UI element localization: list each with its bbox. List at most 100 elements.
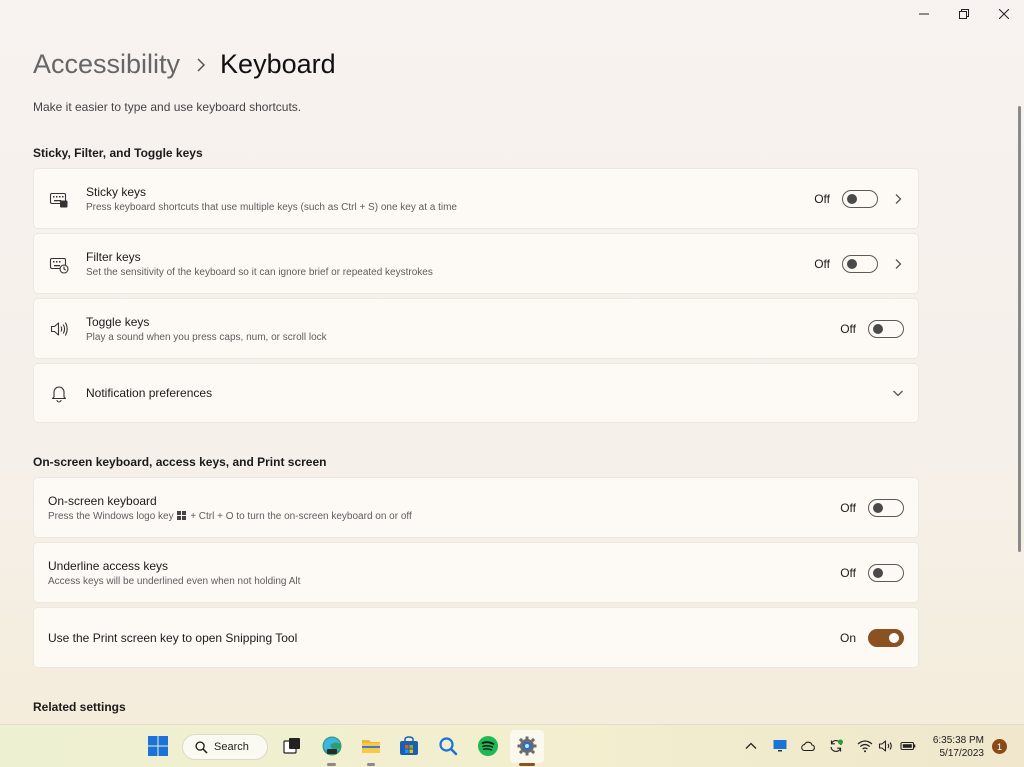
task-view-icon — [283, 738, 300, 754]
section-title-onscreen: On-screen keyboard, access keys, and Pri… — [33, 455, 327, 469]
breadcrumb: Accessibility Keyboard — [33, 49, 336, 80]
display-tray-button[interactable] — [772, 738, 788, 754]
print-screen-toggle[interactable] — [868, 628, 904, 647]
task-view-button[interactable] — [279, 733, 305, 759]
filter-keys-toggle[interactable] — [842, 254, 878, 273]
start-button[interactable] — [145, 733, 171, 759]
chevron-right-icon — [892, 193, 904, 205]
explorer-running-indicator — [367, 763, 375, 766]
chevron-right-icon — [892, 258, 904, 270]
print-screen-title: Use the Print screen key to open Snippin… — [48, 630, 298, 645]
notification-preferences-row[interactable]: Notification preferences — [33, 363, 919, 423]
show-hidden-icons-button[interactable] — [743, 738, 759, 754]
restore-button[interactable] — [944, 2, 984, 26]
battery-icon — [900, 741, 916, 751]
sticky-keys-state: Off — [814, 191, 830, 206]
clock-time: 6:35:38 PM — [932, 735, 984, 746]
filter-keys-row[interactable]: Filter keys Set the sensitivity of the k… — [33, 233, 919, 294]
settings-active-indicator — [519, 763, 535, 766]
speaker-icon — [49, 319, 69, 339]
battery-tray-button[interactable] — [900, 738, 916, 754]
sticky-keys-title: Sticky keys — [86, 184, 147, 199]
onscreen-keyboard-toggle[interactable] — [868, 498, 904, 517]
search-label: Search — [214, 741, 249, 753]
underline-access-keys-title: Underline access keys — [48, 558, 169, 573]
folder-icon — [362, 740, 380, 753]
print-screen-row: Use the Print screen key to open Snippin… — [33, 607, 919, 668]
section-title-related: Related settings — [33, 700, 126, 714]
minimize-icon — [919, 13, 929, 15]
onscreen-keyboard-state: Off — [840, 500, 856, 515]
notification-preferences-title: Notification preferences — [86, 386, 213, 400]
magnifier-app-icon — [439, 737, 458, 756]
keyboard-filter-icon — [49, 254, 69, 274]
sync-tray-button[interactable] — [828, 738, 844, 754]
edge-dev-button[interactable] — [319, 733, 345, 759]
breadcrumb-parent-link[interactable]: Accessibility — [33, 49, 180, 80]
sync-icon — [830, 739, 843, 752]
page-subtitle: Make it easier to type and use keyboard … — [33, 100, 302, 114]
filter-keys-desc: Set the sensitivity of the keyboard so i… — [86, 266, 433, 278]
onedrive-tray-button[interactable] — [800, 738, 816, 754]
window-controls — [904, 2, 1024, 26]
toggle-knob — [847, 259, 857, 269]
toggle-keys-title: Toggle keys — [86, 314, 150, 329]
filter-keys-title: Filter keys — [86, 249, 141, 264]
close-button[interactable] — [984, 2, 1024, 26]
print-screen-state: On — [839, 630, 856, 645]
toggle-keys-desc: Play a sound when you press caps, num, o… — [86, 331, 327, 343]
underline-access-keys-row: Underline access keys Access keys will b… — [33, 542, 919, 603]
file-explorer-button[interactable] — [358, 733, 384, 759]
page-title: Keyboard — [220, 49, 336, 79]
taskbar: Search 6:35:38 PM 5/17/2023 1 — [0, 724, 1024, 767]
onscreen-keyboard-title: On-screen keyboard — [48, 493, 157, 508]
volume-icon — [878, 740, 892, 752]
edge-dev-icon — [322, 736, 342, 756]
breadcrumb-chevron-icon — [196, 57, 206, 72]
toggle-knob — [889, 633, 899, 643]
section-title-sticky: Sticky, Filter, and Toggle keys — [33, 146, 203, 160]
taskbar-clock[interactable]: 6:35:38 PM 5/17/2023 — [930, 734, 984, 760]
toggle-knob — [873, 324, 883, 334]
wifi-icon — [857, 740, 873, 753]
wifi-tray-button[interactable] — [857, 738, 873, 754]
toggle-keys-row: Toggle keys Play a sound when you press … — [33, 298, 919, 359]
keyboard-sticky-icon — [49, 189, 69, 209]
vertical-scrollbar[interactable] — [1018, 106, 1021, 552]
minimize-button[interactable] — [904, 2, 944, 26]
chevron-up-icon — [745, 742, 757, 749]
taskbar-search[interactable]: Search — [182, 734, 268, 760]
underline-access-keys-toggle[interactable] — [868, 563, 904, 582]
sticky-keys-row[interactable]: Sticky keys Press keyboard shortcuts tha… — [33, 168, 919, 229]
spotify-icon — [478, 736, 498, 756]
edge-running-indicator — [327, 763, 336, 766]
spotify-button[interactable] — [475, 733, 501, 759]
sticky-keys-toggle[interactable] — [842, 189, 878, 208]
chevron-down-icon — [892, 387, 904, 399]
search-app-button[interactable] — [435, 733, 461, 759]
underline-access-keys-state: Off — [840, 565, 856, 580]
close-icon — [999, 9, 1009, 19]
restore-icon — [959, 9, 969, 19]
settings-gear-icon — [517, 736, 537, 756]
toggle-knob — [873, 568, 883, 578]
windows-logo-icon — [177, 510, 187, 520]
settings-taskbar-button[interactable] — [514, 733, 540, 759]
toggle-knob — [847, 194, 857, 204]
clock-date: 5/17/2023 — [939, 748, 985, 759]
search-icon — [195, 740, 208, 754]
sticky-keys-desc: Press keyboard shortcuts that use multip… — [86, 201, 457, 213]
volume-tray-button[interactable] — [878, 738, 894, 754]
store-button[interactable] — [396, 733, 422, 759]
toggle-keys-toggle[interactable] — [868, 319, 904, 338]
store-icon — [400, 736, 418, 755]
onscreen-keyboard-desc-after: + Ctrl + O to turn the on-screen keyboar… — [190, 510, 412, 522]
cloud-icon — [801, 741, 815, 752]
onscreen-keyboard-desc-before: Press the Windows logo key — [48, 510, 174, 522]
filter-keys-state: Off — [814, 256, 830, 271]
monitor-icon — [773, 740, 787, 752]
underline-access-keys-desc: Access keys will be underlined even when… — [48, 575, 301, 587]
toggle-knob — [873, 503, 883, 513]
bell-icon — [49, 383, 69, 403]
notification-badge[interactable]: 1 — [992, 739, 1007, 754]
